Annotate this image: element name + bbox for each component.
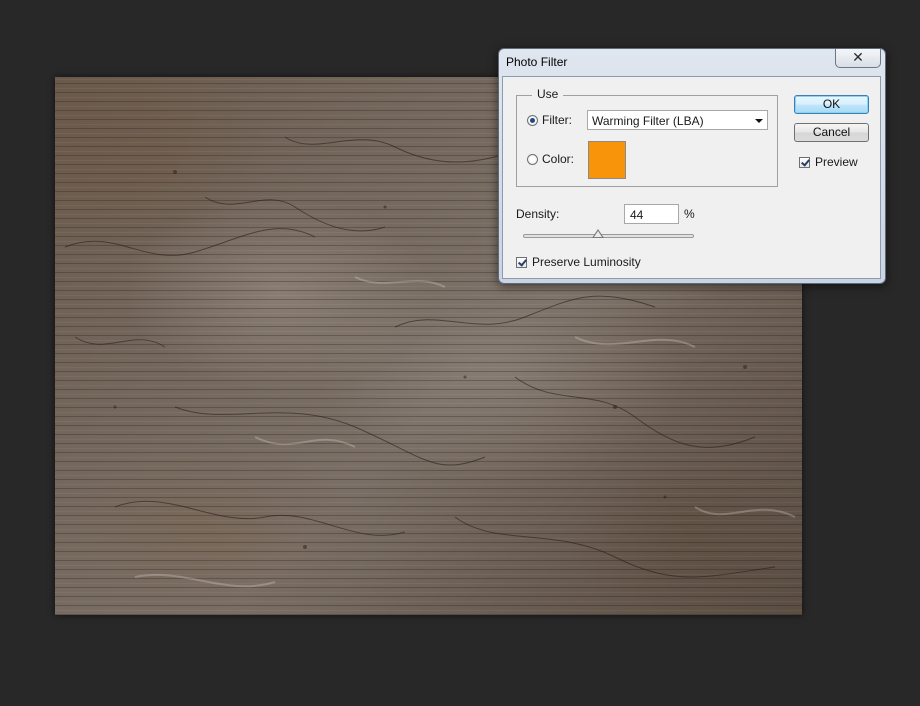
density-input[interactable]: 44 bbox=[624, 204, 679, 224]
density-slider-thumb[interactable] bbox=[592, 229, 605, 238]
use-group: Use Filter: Warming Filter (LBA) Color: bbox=[516, 87, 778, 187]
color-label: Color: bbox=[542, 152, 575, 166]
density-label: Density: bbox=[516, 207, 560, 221]
filter-dropdown-value: Warming Filter (LBA) bbox=[592, 114, 704, 128]
cancel-button[interactable]: Cancel bbox=[794, 123, 869, 142]
preview-label: Preview bbox=[815, 155, 858, 169]
preserve-luminosity-label: Preserve Luminosity bbox=[532, 255, 641, 269]
filter-label: Filter: bbox=[542, 113, 572, 127]
close-button[interactable]: ✕ bbox=[835, 49, 881, 68]
color-radio[interactable] bbox=[527, 154, 538, 165]
color-swatch[interactable] bbox=[588, 141, 626, 179]
filter-dropdown[interactable]: Warming Filter (LBA) bbox=[587, 110, 768, 130]
density-unit: % bbox=[684, 207, 695, 221]
chevron-down-icon bbox=[755, 119, 763, 123]
preserve-luminosity-checkbox[interactable] bbox=[516, 257, 527, 268]
dialog-body: Use Filter: Warming Filter (LBA) Color: … bbox=[502, 76, 881, 279]
filter-radio[interactable] bbox=[527, 115, 538, 126]
preview-checkbox[interactable] bbox=[799, 157, 810, 168]
density-input-value: 44 bbox=[630, 208, 644, 222]
dialog-title: Photo Filter bbox=[506, 55, 568, 69]
photo-filter-dialog: Photo Filter ✕ Use Filter: Warming Filte… bbox=[498, 48, 886, 284]
ok-button[interactable]: OK bbox=[794, 95, 869, 114]
density-slider-track[interactable] bbox=[523, 234, 694, 238]
close-icon: ✕ bbox=[852, 49, 864, 65]
use-group-title: Use bbox=[532, 87, 564, 101]
